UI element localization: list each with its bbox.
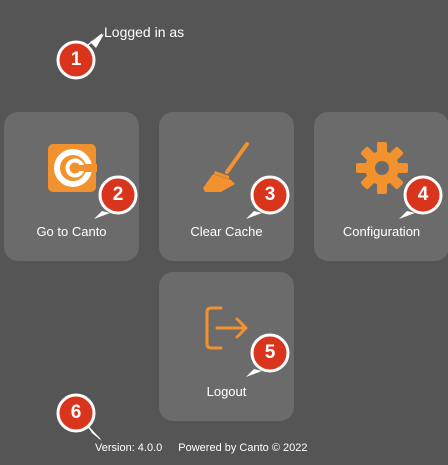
callout-marker-5: 5 bbox=[246, 333, 290, 377]
callout-marker-4: 4 bbox=[399, 175, 443, 219]
callout-number: 1 bbox=[70, 49, 82, 70]
configuration-label: Configuration bbox=[342, 224, 421, 239]
callout-number: 3 bbox=[264, 184, 276, 205]
callout-number: 5 bbox=[264, 342, 276, 363]
callout-marker-3: 3 bbox=[246, 175, 290, 219]
version-text: Version: 4.0.0 bbox=[95, 442, 163, 454]
logout-icon bbox=[205, 306, 248, 350]
clear-cache-label: Clear Cache bbox=[190, 224, 263, 239]
gear-icon bbox=[356, 142, 408, 194]
callout-marker-1: 1 bbox=[56, 33, 104, 80]
footer: Version: 4.0.0 Powered by Canto © 2022 bbox=[95, 442, 307, 454]
canto-logo-icon bbox=[48, 144, 97, 192]
callout-number: 4 bbox=[417, 184, 429, 205]
powered-by-text: Powered by Canto © 2022 bbox=[178, 442, 308, 454]
callout-marker-6: 6 bbox=[56, 393, 102, 441]
logout-label: Logout bbox=[206, 384, 247, 399]
callout-marker-2: 2 bbox=[94, 175, 138, 219]
callout-number: 2 bbox=[112, 184, 124, 205]
callout-number: 6 bbox=[70, 402, 82, 423]
logged-in-label: Logged in as bbox=[104, 24, 185, 40]
broom-icon bbox=[203, 142, 249, 192]
go-to-canto-label: Go to Canto bbox=[36, 224, 107, 239]
